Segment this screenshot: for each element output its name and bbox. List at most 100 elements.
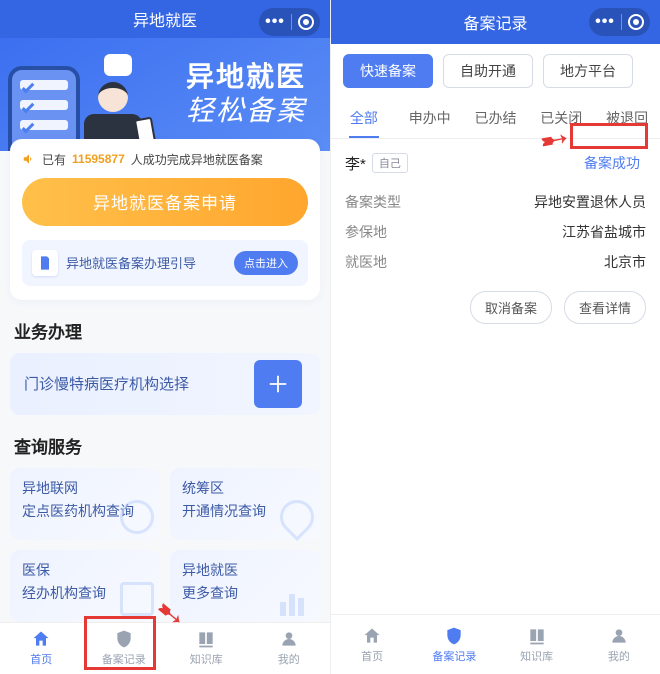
kv-insure-v: 江苏省盐城市	[562, 222, 646, 242]
hero-illustration	[8, 48, 148, 151]
titlebar-left: 异地就医 •••	[0, 0, 330, 38]
user-icon	[608, 626, 630, 646]
record-name-text: 李*	[345, 153, 366, 174]
tab-mine[interactable]: 我的	[578, 615, 660, 674]
tab-knowledge[interactable]: 知识库	[165, 623, 248, 674]
tab-knowledge-label: 知识库	[520, 648, 553, 664]
close-icon[interactable]	[298, 14, 314, 30]
cancel-record-button[interactable]: 取消备案	[470, 291, 552, 324]
menu-icon[interactable]: •••	[595, 13, 615, 31]
tab-records[interactable]: 备案记录	[413, 615, 495, 674]
kv-insure: 参保地 江苏省盐城市	[345, 217, 646, 247]
card-icon	[120, 582, 154, 616]
kv-type: 备案类型 异地安置退休人员	[345, 187, 646, 217]
main-card: 已有 11595877 人成功完成异地就医备案 异地就医备案申请 异地就医备案办…	[10, 139, 320, 300]
query-card-region[interactable]: 统筹区 开通情况查询	[170, 468, 320, 540]
shield-icon	[443, 626, 465, 646]
tab-records-label: 备案记录	[432, 648, 476, 664]
status-tab-all[interactable]: 全部	[331, 100, 397, 138]
book-icon	[195, 629, 217, 649]
enter-button[interactable]: 点击进入	[234, 251, 298, 275]
apply-button-label: 异地就医备案申请	[93, 189, 237, 214]
miniprogram-capsule[interactable]: •••	[259, 8, 320, 36]
status-badge: 备案成功	[578, 151, 646, 175]
hospital-icon	[254, 360, 302, 408]
hero-line1: 异地就医	[186, 61, 306, 92]
speaker-icon	[22, 152, 36, 166]
tab-home[interactable]: 首页	[331, 615, 413, 674]
kv-type-k: 备案类型	[345, 192, 401, 212]
home-icon	[30, 629, 52, 649]
query-card-more[interactable]: 异地就医 更多查询	[170, 550, 320, 622]
miniprogram-capsule[interactable]: •••	[589, 8, 650, 36]
tab-records[interactable]: 备案记录	[83, 623, 166, 674]
tab-knowledge[interactable]: 知识库	[496, 615, 578, 674]
title-right: 备案记录	[463, 10, 527, 34]
business-card[interactable]: 门诊慢特病医疗机构选择	[10, 353, 320, 415]
announce-prefix: 已有	[42, 151, 66, 168]
close-icon[interactable]	[628, 14, 644, 30]
announcement-bar: 已有 11595877 人成功完成异地就医备案	[22, 151, 308, 168]
tab-mine-label: 我的	[278, 651, 300, 667]
tab-mine[interactable]: 我的	[248, 623, 331, 674]
record-name: 李* 自己	[345, 153, 408, 174]
menu-icon[interactable]: •••	[265, 13, 285, 31]
status-tab-processing[interactable]: 申办中	[397, 100, 463, 138]
tab-home[interactable]: 首页	[0, 623, 83, 674]
tab-mine-label: 我的	[608, 648, 630, 664]
tab-records-label: 备案记录	[102, 651, 146, 667]
speech-bubble-icon	[104, 54, 132, 76]
home-icon	[361, 626, 383, 646]
query-card-insurance[interactable]: 医保 经办机构查询	[10, 550, 160, 622]
tab-home-label: 首页	[361, 648, 383, 664]
apply-button[interactable]: 异地就医备案申请	[22, 178, 308, 226]
hero-title: 异地就医 轻松备案	[186, 60, 306, 127]
capsule-separator	[621, 14, 622, 30]
section-title-business: 业务办理	[14, 318, 316, 343]
kv-treat-k: 就医地	[345, 252, 387, 272]
hero-line2: 轻松备案	[186, 94, 306, 128]
query-card-2-t1: 医保	[22, 562, 148, 579]
view-detail-button[interactable]: 查看详情	[564, 291, 646, 324]
filter-local[interactable]: 地方平台	[543, 54, 633, 88]
guide-text: 异地就医备案办理引导	[66, 253, 226, 272]
filter-fast[interactable]: 快速备案	[343, 54, 433, 88]
document-icon	[32, 250, 58, 276]
left-screen: 异地就医 ••• 异地就医 轻松备案 已有	[0, 0, 330, 674]
hero-banner: 异地就医 轻松备案	[0, 38, 330, 151]
titlebar-right: 备案记录 •••	[331, 0, 660, 44]
book-icon	[526, 626, 548, 646]
kv-treat-v: 北京市	[604, 252, 646, 272]
capsule-separator	[291, 14, 292, 30]
tabbar-left: 首页 备案记录 知识库 我的	[0, 622, 330, 674]
self-tag: 自己	[372, 153, 408, 173]
record-head: 李* 自己 备案成功	[345, 151, 646, 175]
filter-self[interactable]: 自助开通	[443, 54, 533, 88]
tab-home-label: 首页	[30, 651, 52, 667]
right-screen: 备案记录 ••• 快速备案 自助开通 地方平台 全部 申办中 已办结 已关闭 被…	[330, 0, 660, 674]
user-icon	[278, 629, 300, 649]
query-card-0-t1: 异地联网	[22, 480, 148, 497]
guide-bar[interactable]: 异地就医备案办理引导 点击进入	[22, 240, 308, 286]
query-card-1-t1: 统筹区	[182, 480, 308, 497]
kv-treat: 就医地 北京市	[345, 247, 646, 277]
shield-icon	[113, 629, 135, 649]
status-tab-closed[interactable]: 已关闭	[528, 100, 594, 138]
status-tab-done[interactable]: 已办结	[463, 100, 529, 138]
tab-knowledge-label: 知识库	[190, 651, 223, 667]
query-card-network[interactable]: 异地联网 定点医药机构查询	[10, 468, 160, 540]
record-card[interactable]: 李* 自己 备案成功 备案类型 异地安置退休人员 参保地 江苏省盐城市 就医地 …	[331, 139, 660, 336]
record-actions: 取消备案 查看详情	[345, 291, 646, 324]
announce-suffix: 人成功完成异地就医备案	[131, 151, 263, 168]
filter-row: 快速备案 自助开通 地方平台	[331, 44, 660, 88]
query-grid: 异地联网 定点医药机构查询 统筹区 开通情况查询 医保 经办机构查询 异地就医 …	[10, 468, 320, 622]
kv-insure-k: 参保地	[345, 222, 387, 242]
business-card-label: 门诊慢特病医疗机构选择	[24, 373, 189, 394]
section-title-query: 查询服务	[14, 433, 316, 458]
bars-icon	[280, 582, 314, 616]
status-tab-returned[interactable]: 被退回	[594, 100, 660, 138]
status-tabs: 全部 申办中 已办结 已关闭 被退回	[331, 88, 660, 139]
announce-count: 11595877	[72, 152, 125, 166]
kv-type-v: 异地安置退休人员	[534, 192, 646, 212]
query-card-3-t1: 异地就医	[182, 562, 308, 579]
